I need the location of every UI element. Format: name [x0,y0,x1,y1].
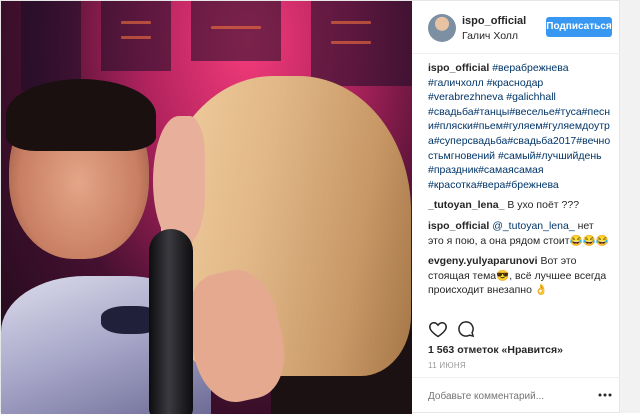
post-header: ispo_official Галич Холл Подписаться [412,1,620,54]
hashtag-link[interactable]: #verabrezhneva [428,91,503,103]
hashtag-link[interactable]: #красотка [428,179,477,191]
hashtag-link[interactable]: #праздник [428,164,478,176]
avatar[interactable] [428,14,456,42]
comment-username[interactable]: ispo_official [428,220,489,232]
location[interactable]: Галич Холл [462,30,518,42]
comment-text: В ухо поёт ??? [507,199,580,212]
hashtag-link[interactable]: #вера [477,179,506,191]
hashtag-link[interactable]: #танцы [474,106,510,118]
more-options-icon[interactable] [598,390,612,400]
comment: ispo_official #верабрежнева #галичхолл #… [428,61,612,192]
follow-button[interactable]: Подписаться [546,17,612,37]
hashtag-link[interactable]: #туса [555,106,582,118]
hashtag-link[interactable]: #пьем [473,120,503,132]
action-bar [428,319,612,341]
likes-count[interactable]: 1 563 отметок «Нравится» [428,344,563,356]
comment: _tutoyan_lena_ В ухо поёт ??? [428,198,612,213]
hashtag-link[interactable]: #свадьба2017 [507,135,576,147]
hashtag-link[interactable]: #брежнева [505,179,558,191]
add-comment-bar [412,377,620,415]
hashtag-link[interactable]: #самаясамая [478,164,544,176]
hashtag-link[interactable]: #веселье [509,106,554,118]
hashtag-link[interactable]: #самый [498,150,536,162]
comment-username[interactable]: evgeny.yulyaparunovi [428,255,538,267]
hashtag-link[interactable]: #galichhall [506,91,556,103]
hashtag-link[interactable]: #верабрежнева [492,62,568,74]
comment-icon[interactable] [456,319,476,339]
hashtag-link[interactable]: #свадьба [428,106,474,118]
hashtag-link[interactable]: #суперсвадьба [434,135,507,147]
add-comment-input[interactable] [428,388,578,404]
post-date: 11 ИЮНЯ [428,361,467,370]
comment-username[interactable]: ispo_official [428,62,489,74]
heart-icon[interactable] [428,319,448,339]
hashtag-link[interactable]: #пляски [434,120,473,132]
hashtag-link[interactable]: #лучшийдень [536,150,602,162]
post-photo[interactable] [1,1,412,414]
hashtag-link[interactable]: @_tutoyan_lena_ [492,220,574,232]
username[interactable]: ispo_official [462,15,526,27]
post-sidebar: ispo_official Галич Холл Подписаться isp… [412,1,620,414]
comment-username[interactable]: _tutoyan_lena_ [428,199,504,211]
hashtag-link[interactable]: #краснодар [487,77,544,89]
comment: ispo_official @_tutoyan_lena_ нет это я … [428,219,612,248]
hashtag-link[interactable]: #галичхолл [428,77,484,89]
hashtag-link[interactable]: #гуляем [503,120,543,132]
comments-list: ispo_official #верабрежнева #галичхолл #… [428,61,612,304]
comment: evgeny.yulyaparunovi Вот это стоящая тем… [428,254,612,298]
instagram-post: ispo_official Галич Холл Подписаться isp… [0,0,620,414]
